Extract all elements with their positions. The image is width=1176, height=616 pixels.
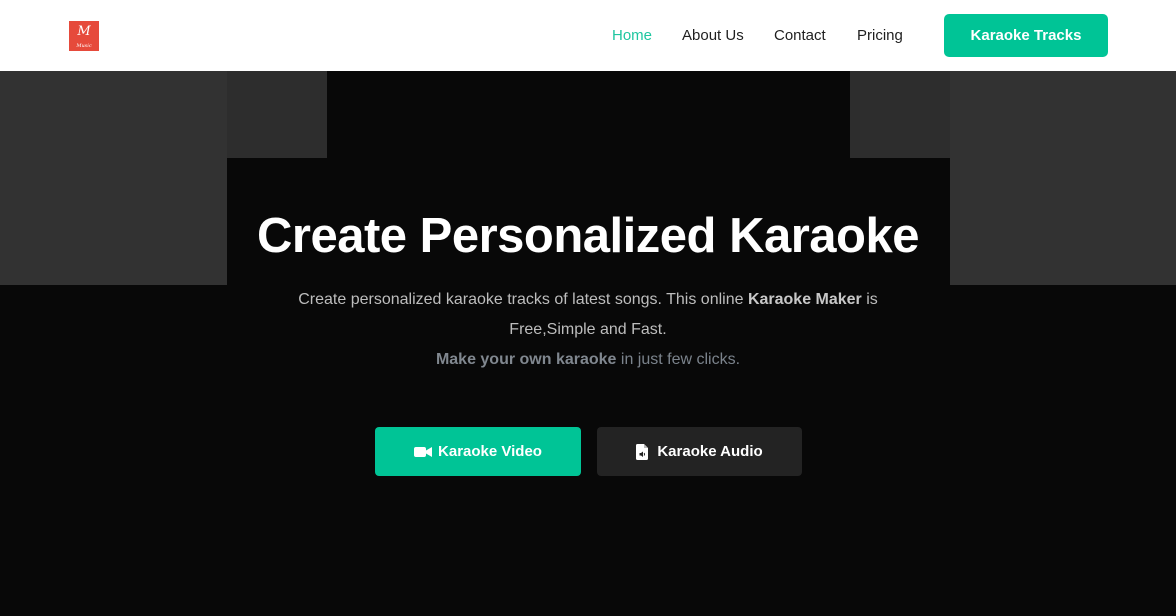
nav-home[interactable]: Home [612,26,652,46]
logo-caption: Music [76,43,92,49]
site-logo[interactable]: M Music [69,21,99,51]
audio-file-icon [636,443,649,460]
hero-title: Create Personalized Karaoke [257,209,919,263]
nav-pricing[interactable]: Pricing [857,26,903,46]
karaoke-tracks-button[interactable]: Karaoke Tracks [944,14,1108,57]
hero-description: Create personalized karaoke tracks of la… [270,285,906,345]
hero-desc-strong: Karaoke Maker [747,291,862,308]
hero-backdrop-block [227,71,327,158]
logo-letter: M [77,24,91,39]
karaoke-video-button[interactable]: Karaoke Video [375,427,581,476]
site-header: M Music Home About Us Contact Pricing Ka… [0,0,1176,71]
hero-desc-text: Create personalized karaoke tracks of la… [298,291,748,308]
karaoke-audio-label: Karaoke Audio [657,443,763,460]
hero-sub-strong: Make your own karaoke [435,351,617,368]
hero-subtext: Make your own karaoke in just few clicks… [0,345,1176,375]
nav-contact[interactable]: Contact [774,26,826,46]
karaoke-audio-button[interactable]: Karaoke Audio [597,427,802,476]
hero-sub-text: in just few clicks. [616,351,741,368]
karaoke-video-label: Karaoke Video [438,443,542,460]
hero-backdrop-block [850,71,950,158]
video-camera-icon [414,446,433,457]
nav-about-us[interactable]: About Us [682,26,744,46]
